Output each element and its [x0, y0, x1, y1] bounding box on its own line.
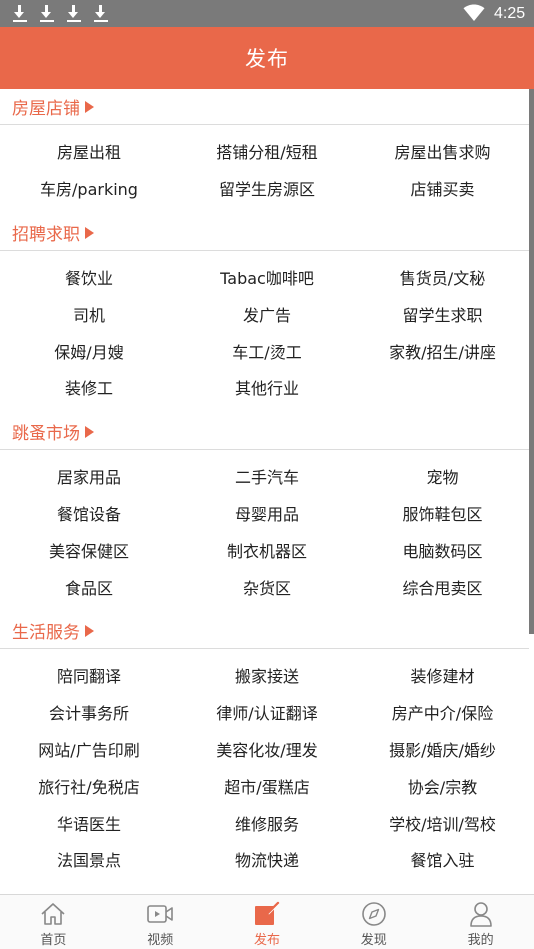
download-icon [39, 4, 55, 22]
category-item[interactable]: 综合甩卖区 [356, 568, 529, 605]
category-item[interactable]: 美容保健区 [0, 531, 178, 568]
category-item[interactable]: 学校/培训/驾校 [356, 804, 529, 841]
status-time: 4:25 [494, 5, 526, 22]
category-item[interactable]: 房产中介/保险 [356, 694, 529, 731]
download-notifications [12, 4, 109, 22]
bottom-tab-bar: 首页 视频 发布 发现 我的 [0, 894, 534, 949]
tab-home[interactable]: 首页 [0, 895, 107, 949]
section-title: 生活服务 [12, 622, 80, 643]
category-item[interactable]: 车房/parking [0, 170, 178, 207]
scrollbar[interactable] [529, 89, 534, 634]
category-item[interactable]: 律师/认证翻译 [178, 694, 356, 731]
category-item[interactable]: 装修建材 [356, 657, 529, 694]
category-item[interactable]: 餐馆入驻 [356, 841, 529, 878]
category-item[interactable]: 家教/招生/讲座 [356, 332, 529, 369]
home-icon [39, 901, 67, 927]
compass-icon [360, 901, 388, 927]
category-item[interactable]: 陪同翻译 [0, 657, 178, 694]
tab-mine[interactable]: 我的 [427, 895, 534, 949]
category-item[interactable]: 搬家接送 [178, 657, 356, 694]
triangle-right-icon [85, 425, 94, 438]
category-item[interactable]: 发广告 [178, 295, 356, 332]
section-flea-market: 跳蚤市场 居家用品 二手汽车 宠物餐馆设备 母婴用品 服饰鞋包区美容保健区 制衣机器区 电脑… [0, 414, 529, 613]
wifi-icon [463, 4, 485, 21]
status-bar: 4:25 [0, 0, 534, 27]
section-header[interactable]: 生活服务 [0, 613, 529, 649]
section-header[interactable]: 跳蚤市场 [0, 414, 529, 450]
category-list[interactable]: 房屋店铺 房屋出租 搭铺分租/短租 房屋出售求购车房/parking 留学生房源区 店铺… [0, 89, 529, 894]
category-item[interactable]: 物流快递 [178, 841, 356, 878]
user-icon [467, 901, 495, 927]
triangle-right-icon [85, 226, 94, 239]
download-icon [93, 4, 109, 22]
category-item[interactable]: 保姆/月嫂 [0, 332, 178, 369]
category-item[interactable]: 维修服务 [178, 804, 356, 841]
section-life-services: 生活服务 陪同翻译 搬家接送 装修建材会计事务所 律师/认证翻译 房产中介/保险网站/广… [0, 613, 529, 886]
category-item[interactable]: 制衣机器区 [178, 531, 356, 568]
tab-label: 发布 [253, 933, 280, 948]
category-item[interactable]: 法国景点 [0, 841, 178, 878]
category-item[interactable]: 留学生求职 [356, 295, 529, 332]
category-item[interactable]: 餐饮业 [0, 259, 178, 296]
category-grid: 居家用品 二手汽车 宠物餐馆设备 母婴用品 服饰鞋包区美容保健区 制衣机器区 电脑数码区食品… [0, 450, 529, 613]
publish-icon [253, 901, 281, 927]
category-item[interactable]: Tabac咖啡吧 [178, 259, 356, 296]
triangle-right-icon [85, 101, 94, 113]
triangle-right-icon [85, 624, 94, 637]
section-title: 跳蚤市场 [12, 423, 80, 444]
category-item[interactable]: 华语医生 [0, 804, 178, 841]
category-item[interactable]: 超市/蛋糕店 [178, 767, 356, 804]
category-grid: 房屋出租 搭铺分租/短租 房屋出售求购车房/parking 留学生房源区 店铺买卖 [0, 125, 529, 215]
category-item[interactable]: 居家用品 [0, 458, 178, 495]
video-icon [146, 901, 174, 927]
section-header[interactable]: 招聘求职 [0, 215, 529, 251]
category-item[interactable]: 售货员/文秘 [356, 259, 529, 296]
section-housing: 房屋店铺 房屋出租 搭铺分租/短租 房屋出售求购车房/parking 留学生房源区 店铺… [0, 89, 529, 215]
category-item[interactable]: 服饰鞋包区 [356, 495, 529, 532]
category-grid: 陪同翻译 搬家接送 装修建材会计事务所 律师/认证翻译 房产中介/保险网站/广告印刷 美容… [0, 649, 529, 886]
section-header[interactable]: 房屋店铺 [0, 89, 529, 125]
category-item[interactable]: 旅行社/免税店 [0, 767, 178, 804]
category-grid: 餐饮业 Tabac咖啡吧 售货员/文秘司机 发广告 留学生求职保姆/月嫂 车工/烫工 家教/… [0, 251, 529, 414]
tab-discover[interactable]: 发现 [320, 895, 427, 949]
category-item[interactable]: 协会/宗教 [356, 767, 529, 804]
section-jobs: 招聘求职 餐饮业 Tabac咖啡吧 售货员/文秘司机 发广告 留学生求职保姆/月嫂 车工/… [0, 215, 529, 414]
page-title: 发布 [245, 47, 289, 71]
category-item[interactable]: 房屋出租 [0, 133, 178, 170]
download-icon [12, 4, 28, 22]
category-item[interactable]: 搭铺分租/短租 [178, 133, 356, 170]
download-icon [66, 4, 82, 22]
category-item[interactable]: 房屋出售求购 [356, 133, 529, 170]
category-item[interactable]: 宠物 [356, 458, 529, 495]
category-item[interactable]: 其他行业 [178, 369, 356, 406]
category-item[interactable]: 车工/烫工 [178, 332, 356, 369]
section-title: 房屋店铺 [12, 99, 80, 119]
tab-video[interactable]: 视频 [107, 895, 214, 949]
category-item[interactable]: 店铺买卖 [356, 170, 529, 207]
tab-label: 首页 [40, 933, 67, 948]
category-item[interactable]: 装修工 [0, 369, 178, 406]
category-item[interactable]: 杂货区 [178, 568, 356, 605]
category-item[interactable]: 食品区 [0, 568, 178, 605]
section-title: 招聘求职 [12, 224, 80, 245]
category-item[interactable]: 二手汽车 [178, 458, 356, 495]
tab-label: 发现 [360, 933, 387, 948]
category-item[interactable]: 摄影/婚庆/婚纱 [356, 731, 529, 768]
category-item[interactable]: 母婴用品 [178, 495, 356, 532]
app-header: 发布 [0, 27, 534, 89]
category-item[interactable]: 司机 [0, 295, 178, 332]
tab-label: 视频 [147, 933, 174, 948]
category-item[interactable]: 会计事务所 [0, 694, 178, 731]
category-item[interactable]: 美容化妆/理发 [178, 731, 356, 768]
tab-label: 我的 [467, 933, 494, 948]
category-item[interactable]: 留学生房源区 [178, 170, 356, 207]
category-item[interactable]: 网站/广告印刷 [0, 731, 178, 768]
category-item[interactable]: 餐馆设备 [0, 495, 178, 532]
tab-publish[interactable]: 发布 [214, 895, 321, 949]
category-item[interactable]: 电脑数码区 [356, 531, 529, 568]
